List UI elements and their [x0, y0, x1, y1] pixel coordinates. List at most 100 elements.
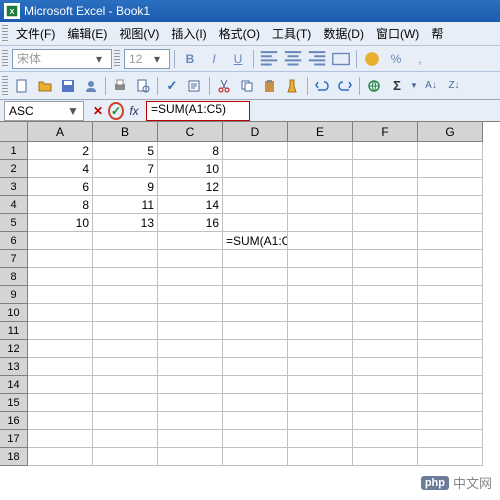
cell[interactable]: 6 — [28, 178, 93, 196]
menu-window[interactable]: 窗口(W) — [370, 23, 425, 44]
cell[interactable] — [418, 286, 483, 304]
cell[interactable] — [223, 430, 288, 448]
cell[interactable] — [93, 232, 158, 250]
cell[interactable] — [288, 304, 353, 322]
cell[interactable] — [353, 304, 418, 322]
cell[interactable] — [223, 340, 288, 358]
menu-insert[interactable]: 插入(I) — [165, 23, 212, 44]
row-header[interactable]: 14 — [0, 376, 28, 394]
cell[interactable] — [288, 430, 353, 448]
cell[interactable] — [158, 232, 223, 250]
row-header[interactable]: 13 — [0, 358, 28, 376]
cell[interactable]: 8 — [158, 142, 223, 160]
cell[interactable] — [288, 376, 353, 394]
cell[interactable] — [418, 448, 483, 466]
cell[interactable] — [353, 160, 418, 178]
row-header[interactable]: 12 — [0, 340, 28, 358]
cell[interactable] — [158, 376, 223, 394]
cell[interactable] — [93, 340, 158, 358]
cell[interactable]: 10 — [158, 160, 223, 178]
cell[interactable] — [93, 448, 158, 466]
cell[interactable] — [288, 142, 353, 160]
cell[interactable] — [353, 322, 418, 340]
cell[interactable] — [93, 412, 158, 430]
cell[interactable] — [418, 304, 483, 322]
copy-button[interactable] — [236, 75, 258, 97]
cell[interactable] — [93, 322, 158, 340]
cell[interactable] — [28, 358, 93, 376]
cell[interactable] — [93, 304, 158, 322]
cell[interactable] — [223, 286, 288, 304]
cell[interactable] — [353, 214, 418, 232]
cell[interactable] — [223, 394, 288, 412]
spelling-button[interactable]: ✓ — [161, 75, 183, 97]
currency-button[interactable] — [361, 48, 383, 70]
row-header[interactable]: 2 — [0, 160, 28, 178]
cell[interactable] — [158, 322, 223, 340]
cell[interactable] — [418, 142, 483, 160]
bold-button[interactable]: B — [179, 48, 201, 70]
cell[interactable] — [418, 232, 483, 250]
row-header[interactable]: 6 — [0, 232, 28, 250]
cell[interactable] — [223, 196, 288, 214]
font-name-select[interactable]: 宋体 ▾ — [12, 49, 112, 69]
cell[interactable] — [93, 430, 158, 448]
formula-input[interactable]: =SUM(A1:C5) — [146, 101, 250, 121]
row-header[interactable]: 1 — [0, 142, 28, 160]
cell[interactable] — [158, 340, 223, 358]
cell[interactable]: =SUM(A1:C — [223, 232, 288, 250]
merge-button[interactable] — [330, 48, 352, 70]
cell[interactable] — [223, 322, 288, 340]
menu-tools[interactable]: 工具(T) — [266, 23, 317, 44]
cell[interactable] — [28, 322, 93, 340]
permission-button[interactable] — [80, 75, 102, 97]
cell[interactable] — [353, 340, 418, 358]
cell[interactable] — [28, 304, 93, 322]
paste-button[interactable] — [259, 75, 281, 97]
cell[interactable] — [223, 268, 288, 286]
cell[interactable]: 13 — [93, 214, 158, 232]
cell[interactable] — [288, 214, 353, 232]
cell[interactable] — [158, 394, 223, 412]
cell[interactable] — [288, 394, 353, 412]
name-box[interactable]: ASC ▼ — [4, 101, 84, 121]
cell[interactable] — [28, 268, 93, 286]
row-header[interactable]: 4 — [0, 196, 28, 214]
cell[interactable] — [353, 430, 418, 448]
enter-icon[interactable]: ✓ — [108, 102, 124, 120]
cell[interactable] — [158, 268, 223, 286]
cell[interactable] — [223, 142, 288, 160]
cell[interactable] — [418, 250, 483, 268]
cell[interactable] — [353, 286, 418, 304]
cut-button[interactable] — [213, 75, 235, 97]
cell[interactable] — [158, 304, 223, 322]
cell[interactable]: 8 — [28, 196, 93, 214]
cell[interactable] — [28, 430, 93, 448]
cell[interactable]: 5 — [93, 142, 158, 160]
cell[interactable] — [353, 268, 418, 286]
cell[interactable] — [93, 286, 158, 304]
cell[interactable] — [353, 376, 418, 394]
redo-button[interactable] — [334, 75, 356, 97]
autosum-button[interactable]: Σ — [386, 75, 408, 97]
column-header[interactable]: B — [93, 122, 158, 142]
cell[interactable] — [418, 214, 483, 232]
cell[interactable]: 9 — [93, 178, 158, 196]
save-button[interactable] — [57, 75, 79, 97]
cell[interactable] — [288, 232, 353, 250]
row-header[interactable]: 11 — [0, 322, 28, 340]
italic-button[interactable]: I — [203, 48, 225, 70]
cell[interactable] — [28, 376, 93, 394]
cell[interactable] — [418, 340, 483, 358]
row-header[interactable]: 18 — [0, 448, 28, 466]
column-header[interactable]: F — [353, 122, 418, 142]
menu-file[interactable]: 文件(F) — [10, 23, 61, 44]
row-header[interactable]: 3 — [0, 178, 28, 196]
cell[interactable] — [288, 160, 353, 178]
cell[interactable] — [223, 214, 288, 232]
hyperlink-button[interactable] — [363, 75, 385, 97]
cell[interactable] — [223, 304, 288, 322]
research-button[interactable] — [184, 75, 206, 97]
cell[interactable] — [353, 448, 418, 466]
cell[interactable] — [353, 142, 418, 160]
